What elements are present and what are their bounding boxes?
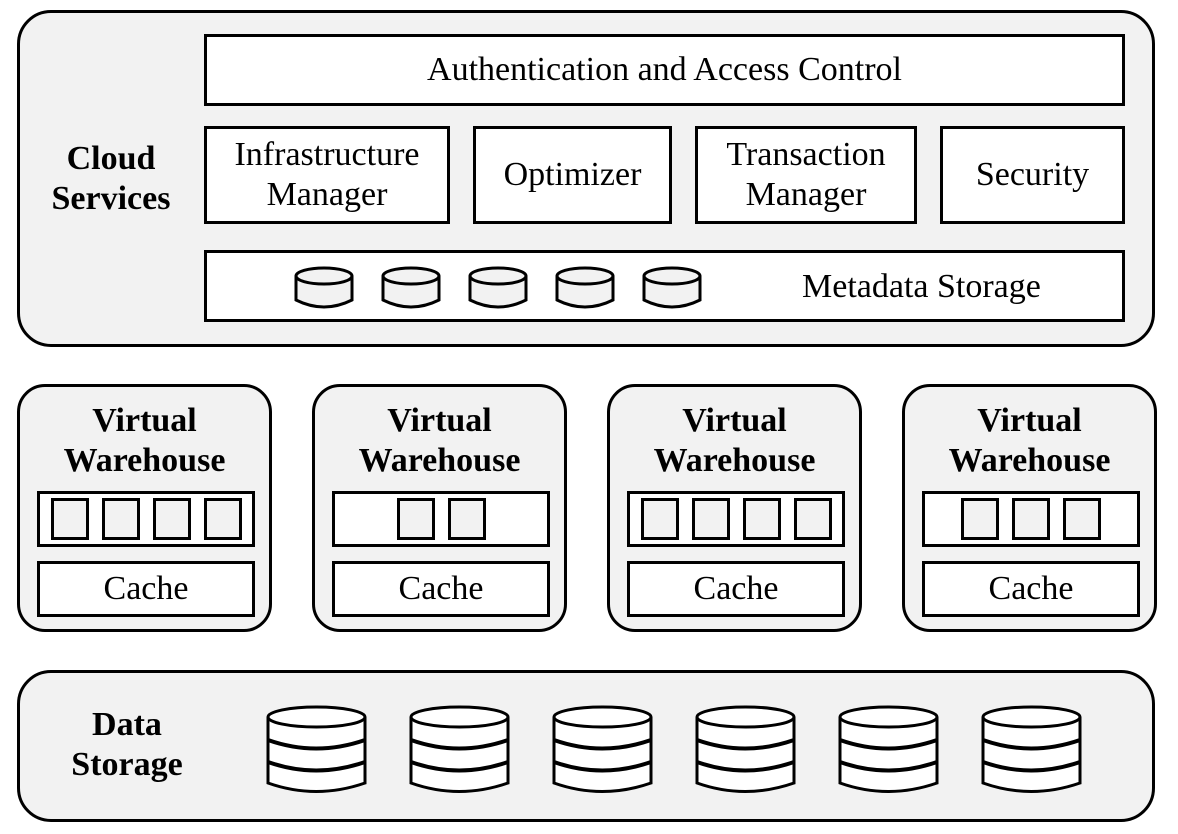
component-label-line2: Manager: [266, 176, 388, 213]
compute-nodes-box: [922, 491, 1140, 547]
cache-label: Cache: [103, 570, 189, 607]
component-label-line2: Manager: [745, 176, 867, 213]
cache-box: Cache: [332, 561, 550, 617]
infrastructure-manager-box: Infrastructure Manager: [204, 126, 450, 224]
transaction-manager-box: Transaction Manager: [695, 126, 917, 224]
cache-box: Cache: [37, 561, 255, 617]
metadata-storage-box: Metadata Storage: [204, 250, 1125, 322]
cloud-services-layer: Cloud Services Authentication and Access…: [17, 10, 1155, 347]
compute-nodes-box: [627, 491, 845, 547]
warehouse-title-line2: Warehouse: [948, 442, 1111, 479]
data-storage-layer: Data Storage: [17, 670, 1155, 822]
component-label-line1: Infrastructure: [234, 136, 420, 173]
optimizer-box: Optimizer: [473, 126, 672, 224]
cache-box: Cache: [627, 561, 845, 617]
auth-access-control-box: Authentication and Access Control: [204, 34, 1125, 106]
compute-nodes-box: [332, 491, 550, 547]
compute-node-icon: [691, 498, 730, 540]
virtual-warehouse: Virtual Warehouse Cache: [17, 384, 272, 632]
compute-node-icon: [203, 498, 242, 540]
data-storage-title-line1: Data: [92, 706, 162, 743]
warehouse-title-line1: Virtual: [977, 402, 1082, 439]
cache-label: Cache: [398, 570, 484, 607]
compute-node-icon: [1012, 498, 1050, 540]
compute-node-icon: [1063, 498, 1101, 540]
warehouse-title: Virtual Warehouse: [20, 401, 269, 481]
warehouse-title-line1: Virtual: [387, 402, 492, 439]
warehouse-title-line2: Warehouse: [63, 442, 226, 479]
metadata-cylinder-icon: [381, 266, 441, 309]
virtual-warehouse: Virtual Warehouse Cache: [902, 384, 1157, 632]
warehouse-title-line2: Warehouse: [653, 442, 816, 479]
compute-node-icon: [640, 498, 679, 540]
warehouse-title: Virtual Warehouse: [905, 401, 1154, 481]
data-storage-title-line2: Storage: [71, 746, 183, 783]
database-cylinder-icon: [695, 705, 796, 793]
warehouse-title: Virtual Warehouse: [315, 401, 564, 481]
database-cylinder-icon: [981, 705, 1082, 793]
virtual-warehouse: Virtual Warehouse Cache: [312, 384, 567, 632]
database-cylinder-icon: [409, 705, 510, 793]
compute-node-icon: [50, 498, 89, 540]
metadata-cylinder-icon: [642, 266, 702, 309]
warehouse-title-line1: Virtual: [682, 402, 787, 439]
cloud-services-title-line2: Services: [51, 180, 171, 217]
cloud-services-title-line1: Cloud: [66, 140, 156, 177]
metadata-cylinder-icon: [468, 266, 528, 309]
compute-node-icon: [961, 498, 999, 540]
compute-node-icon: [742, 498, 781, 540]
compute-node-icon: [447, 498, 486, 540]
component-label: Security: [975, 156, 1090, 193]
warehouse-title: Virtual Warehouse: [610, 401, 859, 481]
database-cylinder-icon: [838, 705, 939, 793]
metadata-storage-label: Metadata Storage: [802, 268, 1041, 305]
cache-label: Cache: [988, 570, 1074, 607]
compute-node-icon: [152, 498, 191, 540]
warehouse-title-line1: Virtual: [92, 402, 197, 439]
compute-node-icon: [396, 498, 435, 540]
cloud-services-title: Cloud Services: [36, 139, 186, 219]
metadata-cylinder-icon: [555, 266, 615, 309]
compute-node-icon: [793, 498, 832, 540]
virtual-warehouse: Virtual Warehouse Cache: [607, 384, 862, 632]
database-cylinder-icon: [266, 705, 367, 793]
cache-box: Cache: [922, 561, 1140, 617]
compute-node-icon: [101, 498, 140, 540]
security-box: Security: [940, 126, 1125, 224]
metadata-cylinders: [293, 264, 703, 310]
cache-label: Cache: [693, 570, 779, 607]
component-label-line1: Transaction: [726, 136, 886, 173]
metadata-cylinder-icon: [294, 266, 354, 309]
compute-nodes-box: [37, 491, 255, 547]
database-cylinder-icon: [552, 705, 653, 793]
data-storage-cylinders: [265, 704, 1083, 796]
component-label: Optimizer: [503, 156, 642, 193]
auth-access-control-label: Authentication and Access Control: [427, 51, 902, 88]
warehouse-title-line2: Warehouse: [358, 442, 521, 479]
data-storage-title: Data Storage: [42, 705, 212, 785]
